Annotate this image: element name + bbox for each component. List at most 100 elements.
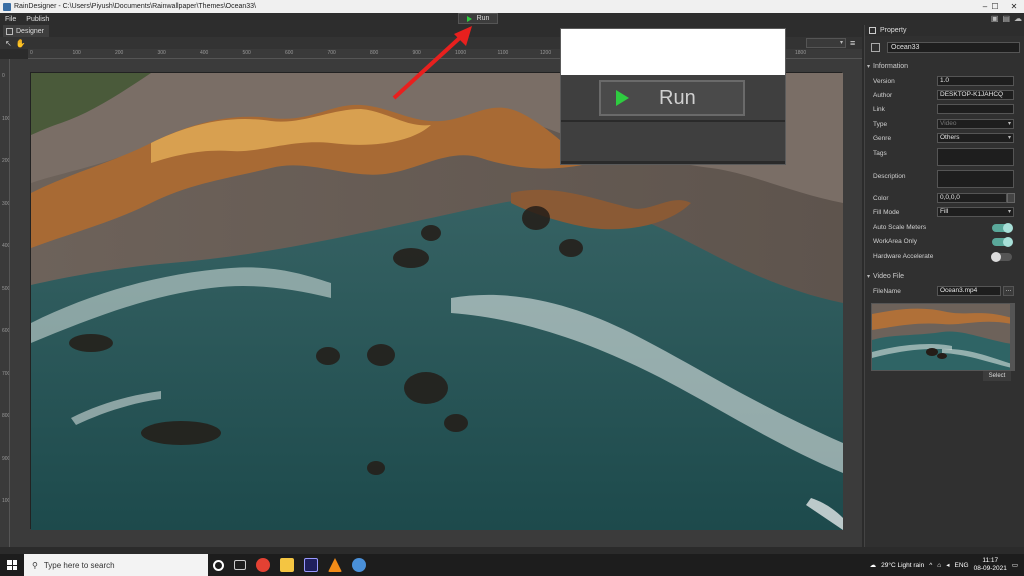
callout-bottom-edge xyxy=(561,161,785,164)
designer-icon xyxy=(6,27,13,35)
ruler-top-tick: 700 xyxy=(327,50,336,56)
ruler-top-tick: 100 xyxy=(72,50,81,56)
weather-text[interactable]: 29°C Light rain xyxy=(881,562,924,569)
author-field[interactable]: DESKTOP-K1JAHCQ xyxy=(937,90,1014,100)
zoomed-run-callout: Run xyxy=(560,28,786,165)
cortana-icon[interactable] xyxy=(213,559,224,571)
ruler-top-tick: 1100 xyxy=(497,50,509,56)
fill-mode-label: Fill Mode xyxy=(873,209,900,216)
fill-mode-dropdown[interactable]: Fill xyxy=(937,207,1014,217)
theme-icon xyxy=(871,43,880,52)
thumbnail-scrollbar[interactable] xyxy=(1011,303,1015,371)
zoom-dropdown[interactable]: ▾ xyxy=(806,38,846,48)
tab-designer-label: Designer xyxy=(16,27,45,35)
description-field[interactable] xyxy=(937,170,1014,188)
ruler-left-tick: 700 xyxy=(2,370,10,377)
ruler-left-tick: 100 xyxy=(2,115,10,122)
close-button[interactable]: ✕ xyxy=(1004,0,1024,13)
file-explorer-icon[interactable] xyxy=(280,558,294,572)
video-thumbnail-image xyxy=(872,304,1010,370)
hamburger-menu-icon[interactable]: ≡ xyxy=(850,38,855,48)
filename-label: FileName xyxy=(873,288,901,295)
search-placeholder: Type here to search xyxy=(43,560,115,570)
version-field[interactable]: 1.0 xyxy=(937,76,1014,86)
property-panel-header: Property xyxy=(865,25,1024,36)
tray-chevron-icon[interactable]: ^ xyxy=(929,562,932,569)
select-button[interactable]: Select xyxy=(983,371,1011,381)
vlc-icon[interactable] xyxy=(328,558,342,572)
folder-icon[interactable]: ▤ xyxy=(1002,14,1010,23)
menu-publish[interactable]: Publish xyxy=(21,16,54,23)
pointer-tool-icon[interactable]: ↖ xyxy=(5,39,12,48)
system-tray: ☁ 29°C Light rain ^ ⌂ ◂ ENG 11:17 08-09-… xyxy=(870,554,1024,576)
search-icon: ⚲ xyxy=(32,560,38,570)
volume-icon[interactable]: ◂ xyxy=(946,561,949,569)
type-dropdown[interactable]: Video xyxy=(937,119,1014,129)
tab-designer[interactable]: Designer xyxy=(3,25,49,37)
title-bar: RainDesigner - C:\Users\Piyush\Documents… xyxy=(0,0,1024,13)
hand-tool-icon[interactable]: ✋ xyxy=(16,39,26,48)
information-section-title: Information xyxy=(873,62,909,70)
video-file-section-header[interactable]: ▾ Video File xyxy=(867,271,1023,281)
genre-label: Genre xyxy=(873,135,892,142)
hardware-accelerate-toggle[interactable] xyxy=(991,252,1012,262)
ruler-left-tick: 0 xyxy=(2,73,5,79)
maximize-button[interactable]: ☐ xyxy=(985,0,1005,13)
clock-time: 11:17 xyxy=(982,557,999,564)
top-right-icons: ▣ ▤ ☁ xyxy=(991,14,1022,23)
ruler-left-tick: 400 xyxy=(2,243,10,249)
task-view-icon[interactable] xyxy=(234,560,246,570)
save-icon[interactable]: ▣ xyxy=(991,14,999,23)
cloud-upload-icon[interactable]: ☁ xyxy=(1014,14,1022,23)
chevron-down-icon: ▾ xyxy=(867,63,871,70)
ruler-top-tick: 1800 xyxy=(795,50,807,56)
video-file-section-title: Video File xyxy=(873,272,905,280)
run-button-zoomed[interactable]: Run xyxy=(599,80,745,116)
ruler-top-tick: 0 xyxy=(30,50,33,56)
language-indicator[interactable]: ENG xyxy=(955,562,969,569)
tags-label: Tags xyxy=(873,150,887,157)
premiere-pro-icon[interactable] xyxy=(304,558,318,572)
raindesigner-taskbar-icon[interactable] xyxy=(352,558,366,572)
auto-scale-meters-toggle[interactable] xyxy=(992,223,1013,233)
ruler-top-tick: 200 xyxy=(115,50,124,56)
link-label: Link xyxy=(873,106,885,113)
annotation-arrow xyxy=(392,26,472,100)
weather-icon: ☁ xyxy=(869,562,877,569)
ruler-left-tick: 300 xyxy=(2,200,10,207)
taskbar-search[interactable]: ⚲ Type here to search xyxy=(24,554,208,576)
callout-blank-area xyxy=(561,29,785,75)
author-label: Author xyxy=(873,92,893,99)
browse-button[interactable]: ... xyxy=(1003,286,1014,296)
clock[interactable]: 11:17 08-09-2021 xyxy=(974,557,1007,573)
information-section-header[interactable]: ▾ Information xyxy=(867,61,1023,71)
ruler-top-tick: 1200 xyxy=(540,50,552,56)
tags-field[interactable] xyxy=(937,148,1014,166)
ruler-left-tick: 800 xyxy=(2,413,10,419)
type-label: Type xyxy=(873,121,888,128)
window-title: RainDesigner - C:\Users\Piyush\Documents… xyxy=(14,3,256,10)
link-field[interactable] xyxy=(937,104,1014,114)
workarea-only-label: WorkArea Only xyxy=(873,238,917,245)
notification-icon[interactable]: ▭ xyxy=(1012,561,1018,569)
color-picker-button[interactable] xyxy=(1007,193,1015,203)
callout-divider xyxy=(561,120,785,122)
ruler-top-tick: 400 xyxy=(200,50,209,56)
start-button[interactable] xyxy=(0,554,24,576)
network-icon[interactable]: ⌂ xyxy=(937,562,941,569)
workarea-only-toggle[interactable] xyxy=(992,237,1013,247)
property-icon xyxy=(869,27,876,34)
color-field[interactable]: 0,0,0,0 xyxy=(937,193,1007,203)
genre-dropdown[interactable]: Others xyxy=(937,133,1014,143)
video-thumbnail xyxy=(871,303,1011,371)
ruler-left-tick: 200 xyxy=(2,158,10,164)
ruler-top-tick: 300 xyxy=(157,50,166,56)
chrome-icon[interactable] xyxy=(256,558,270,572)
filename-field[interactable]: Ocean3.mp4 xyxy=(937,286,1001,296)
clock-date: 08-09-2021 xyxy=(973,565,1007,572)
theme-name-field[interactable]: Ocean33 xyxy=(887,42,1020,53)
ruler-left-tick: 500 xyxy=(2,285,10,292)
ruler-top-tick: 600 xyxy=(285,50,294,56)
menu-file[interactable]: File xyxy=(0,16,21,23)
chevron-down-icon: ▾ xyxy=(867,273,871,280)
